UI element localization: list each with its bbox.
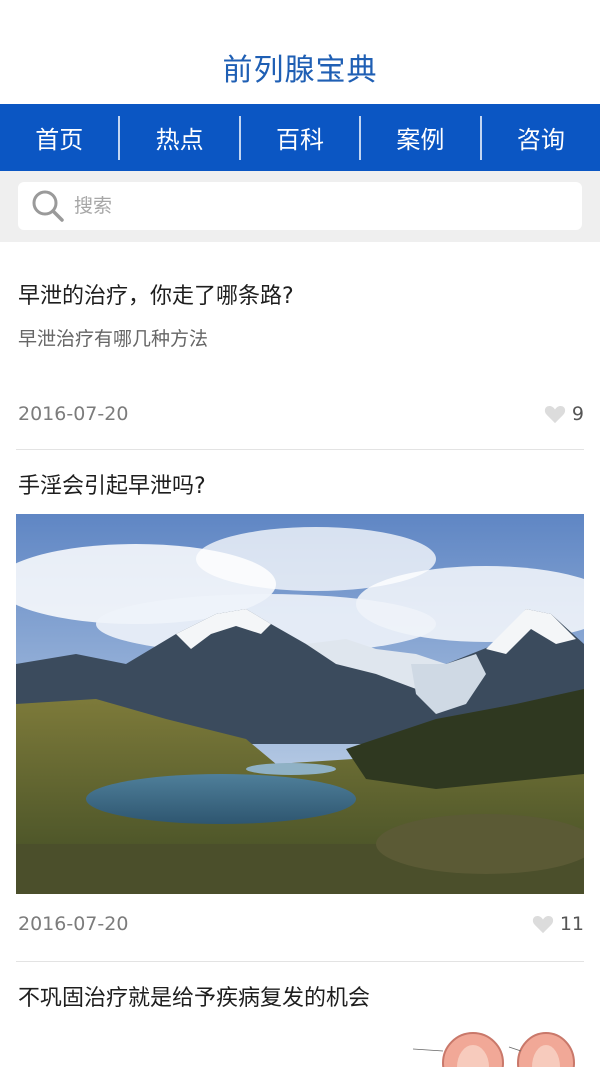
app-title: 前列腺宝典 <box>222 53 378 88</box>
search-icon <box>32 190 64 222</box>
search-input[interactable] <box>72 194 556 218</box>
heart-icon <box>544 405 566 424</box>
article-date: 2016-07-20 <box>18 913 129 935</box>
article-item[interactable]: 早泄的治疗，你走了哪条路? 早泄治疗有哪几种方法 2016-07-20 9 <box>0 242 600 450</box>
search-bar <box>0 171 600 242</box>
nav-bar: 首页 热点 百科 案例 咨询 <box>0 104 600 171</box>
article-date: 2016-07-20 <box>18 403 129 425</box>
article-title[interactable]: 手淫会引起早泄吗? <box>18 468 206 500</box>
like-count-value: 11 <box>559 913 584 935</box>
heart-icon <box>532 915 553 934</box>
anatomy-diagram-thumbnail[interactable] <box>411 1027 583 1067</box>
tab-cases[interactable]: 案例 <box>361 104 479 171</box>
article-title[interactable]: 不巩固治疗就是给予疾病复发的机会 <box>18 980 370 1012</box>
search-box[interactable] <box>18 182 582 230</box>
tab-encyclopedia[interactable]: 百科 <box>241 104 359 171</box>
article-summary: 早泄治疗有哪几种方法 <box>18 328 209 350</box>
app-header: 前列腺宝典 <box>0 0 600 104</box>
tab-consult[interactable]: 咨询 <box>482 104 600 171</box>
article-title[interactable]: 早泄的治疗，你走了哪条路? <box>18 278 294 310</box>
tab-hot[interactable]: 热点 <box>120 104 238 171</box>
like-count[interactable]: 11 <box>532 913 584 935</box>
like-count[interactable]: 9 <box>544 403 584 425</box>
mountain-lake-photo[interactable] <box>16 514 584 894</box>
tab-home[interactable]: 首页 <box>0 104 118 171</box>
like-count-value: 9 <box>571 403 584 425</box>
